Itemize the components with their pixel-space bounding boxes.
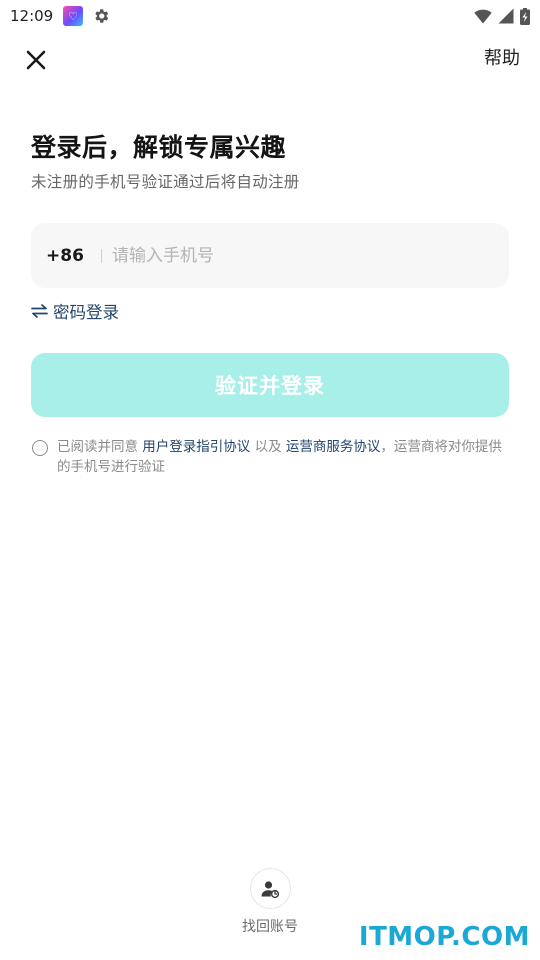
verify-login-button[interactable]: 验证并登录 — [31, 353, 509, 417]
swap-arrows-icon — [31, 304, 48, 318]
phone-input-box: +86 — [31, 223, 509, 288]
status-bar: 12:09 ♡ — [0, 0, 540, 32]
status-time: 12:09 — [10, 7, 54, 25]
status-indicators — [474, 7, 530, 25]
recover-account-label[interactable]: 找回账号 — [242, 916, 298, 936]
gear-icon — [95, 9, 109, 23]
agreement-checkbox[interactable] — [32, 440, 48, 456]
recover-account-button[interactable] — [249, 868, 291, 909]
user-refresh-icon — [261, 880, 280, 898]
carrier-service-agreement-link[interactable]: 运营商服务协议 — [286, 439, 381, 455]
user-login-agreement-link[interactable]: 用户登录指引协议 — [142, 439, 250, 455]
watermark: ITMOP.COM — [358, 922, 530, 952]
phone-number-input[interactable] — [112, 223, 509, 288]
page-title: 登录后，解锁专属兴趣 — [31, 133, 287, 162]
agreement-middle: 以及 — [254, 439, 282, 455]
country-code-divider — [101, 248, 102, 263]
close-icon — [26, 50, 46, 70]
country-code-selector[interactable]: +86 — [46, 246, 94, 266]
gallery-app-icon: ♡ — [63, 6, 84, 26]
signal-icon — [498, 8, 514, 24]
agreement-row: 已阅读并同意 用户登录指引协议 以及 运营商服务协议，运营商将对你提供的手机号进… — [32, 437, 512, 477]
battery-charging-icon — [520, 7, 530, 25]
login-screen: 12:09 ♡ 帮助 登录后，解锁专属兴趣 未注册的手机号验证通过后将自动注册 — [0, 0, 540, 960]
password-login-link[interactable]: 密码登录 — [31, 298, 119, 324]
page-subtitle: 未注册的手机号验证通过后将自动注册 — [31, 173, 300, 191]
help-link[interactable]: 帮助 — [484, 46, 520, 72]
wifi-icon — [474, 9, 492, 24]
agreement-prefix: 已阅读并同意 — [57, 439, 138, 455]
close-button[interactable] — [22, 46, 50, 74]
password-login-label: 密码登录 — [53, 303, 119, 322]
agreement-text: 已阅读并同意 用户登录指引协议 以及 运营商服务协议，运营商将对你提供的手机号进… — [57, 437, 512, 477]
